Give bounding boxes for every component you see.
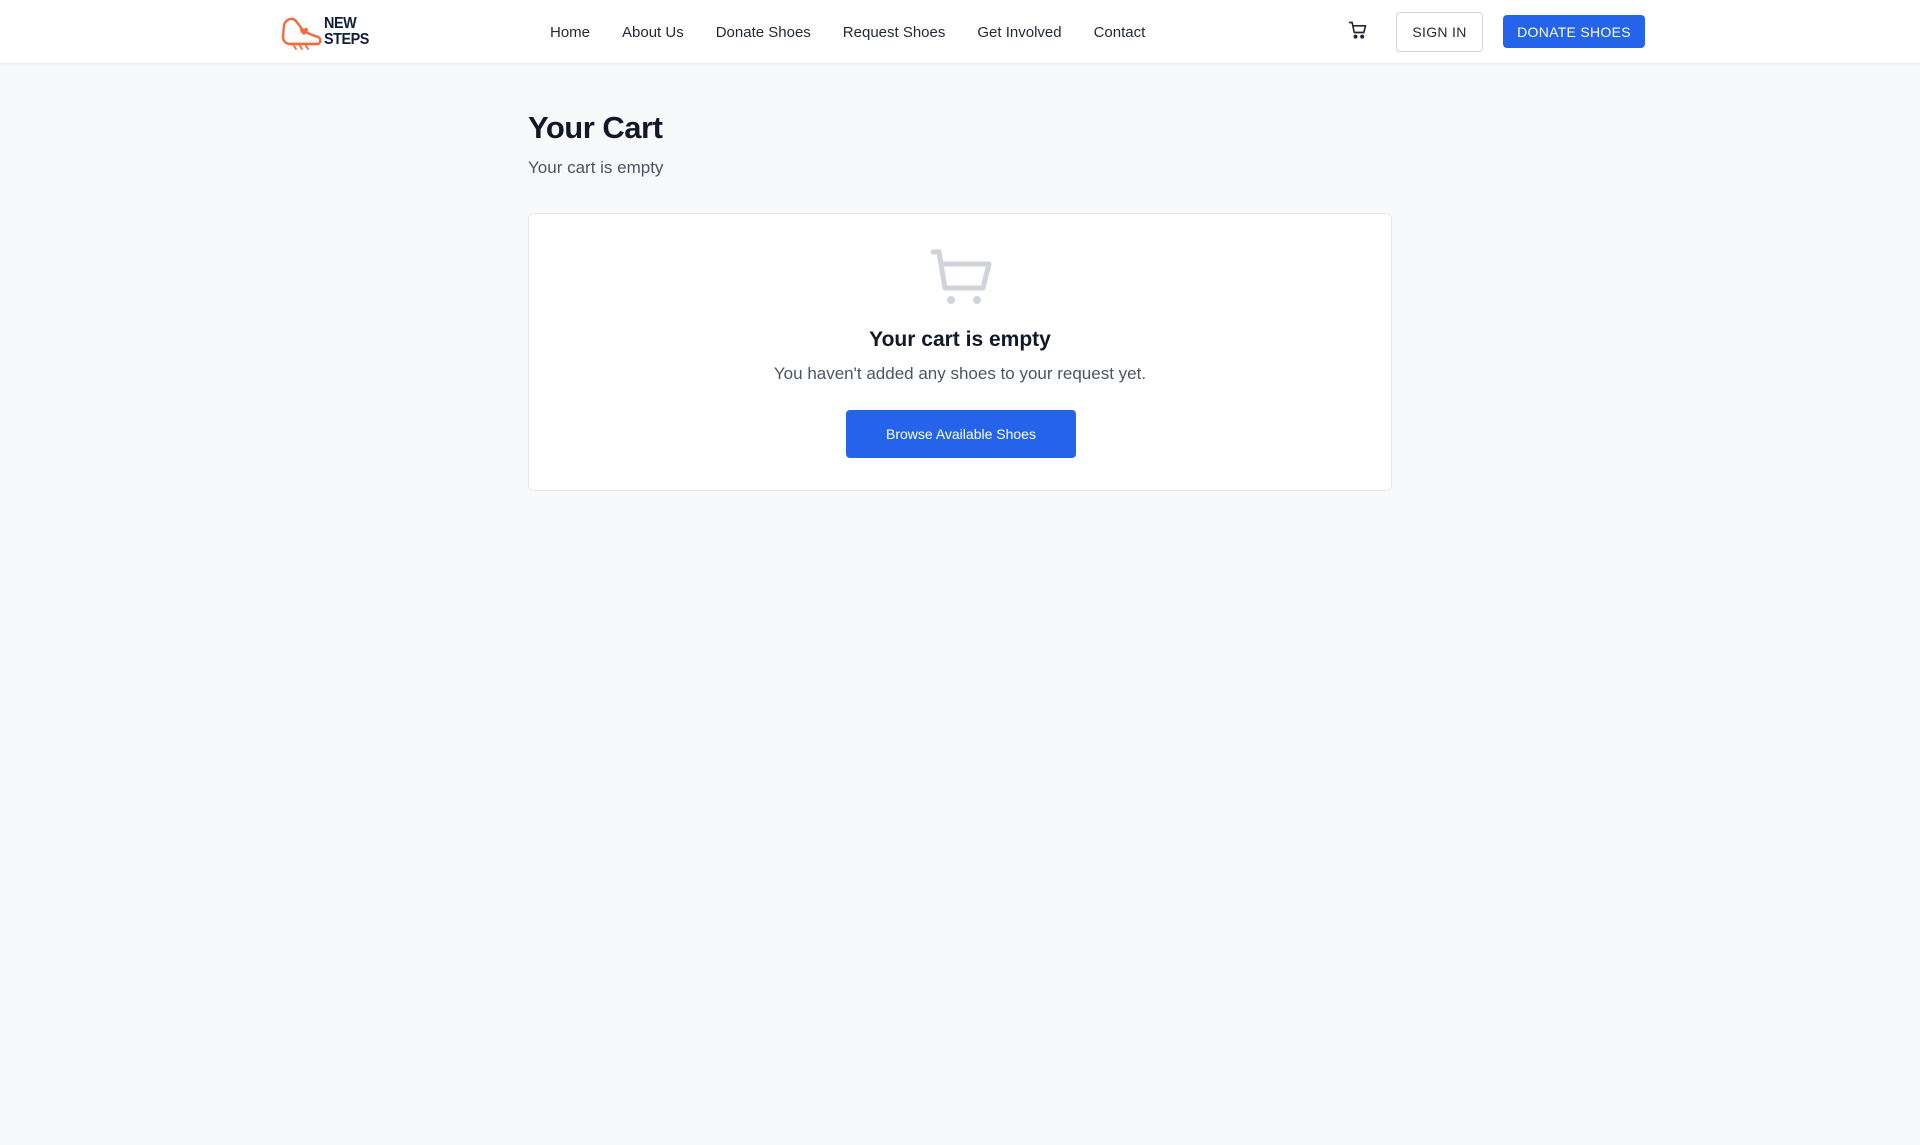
nav-link-about-us[interactable]: About Us [622, 24, 684, 41]
nav-link-get-involved[interactable]: Get Involved [977, 24, 1061, 41]
page-subtitle: Your cart is empty [528, 158, 664, 177]
empty-cart-message: You haven't added any shoes to your requ… [773, 364, 1147, 383]
top-navbar: NEW STEPS Home About Us Donate Shoes Req… [0, 0, 1920, 64]
page-title: Your Cart [528, 110, 663, 145]
empty-cart-title: Your cart is empty [869, 328, 1051, 351]
nav-link-request-shoes[interactable]: Request Shoes [843, 24, 946, 41]
brand-name-line2: STEPS [324, 31, 369, 48]
brand-wordmark: NEW STEPS [324, 16, 369, 48]
empty-cart-card: Your cart is empty You haven't added any… [528, 213, 1392, 491]
cart-button[interactable] [1344, 18, 1372, 46]
nav-link-contact[interactable]: Contact [1094, 24, 1146, 41]
browse-available-shoes-button[interactable]: Browse Available Shoes [846, 410, 1076, 458]
brand-logo[interactable]: NEW STEPS [280, 12, 374, 52]
nav-link-home[interactable]: Home [550, 24, 590, 41]
brand-name-line1: NEW [324, 15, 357, 32]
main-nav: Home About Us Donate Shoes Request Shoes… [550, 0, 1145, 64]
donate-shoes-button[interactable]: DONATE SHOES [1503, 15, 1645, 48]
shopping-cart-icon [1348, 20, 1368, 45]
shoe-heart-icon [280, 13, 322, 51]
shopping-cart-icon [929, 246, 993, 310]
nav-link-donate-shoes[interactable]: Donate Shoes [716, 24, 811, 41]
sign-in-button[interactable]: SIGN IN [1396, 12, 1483, 52]
